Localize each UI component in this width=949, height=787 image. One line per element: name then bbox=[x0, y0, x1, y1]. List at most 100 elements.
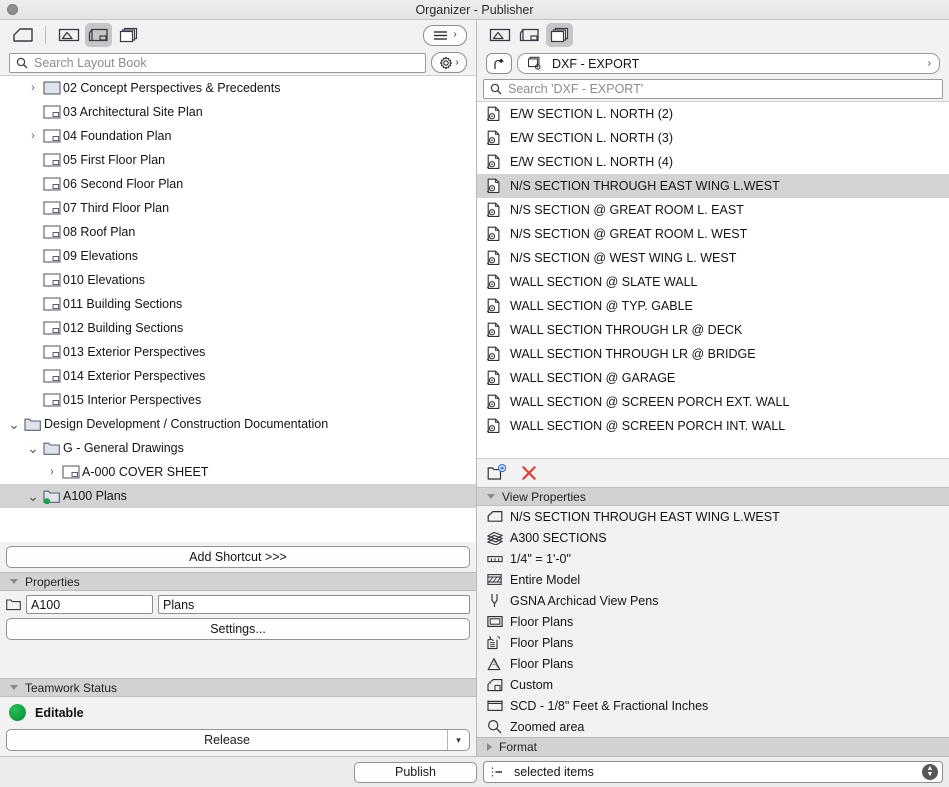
layout-name-field[interactable] bbox=[158, 595, 470, 614]
publisher-item-row[interactable]: WALL SECTION @ GARAGE bbox=[477, 366, 949, 390]
tree-row[interactable]: 07 Third Floor Plan bbox=[0, 196, 476, 220]
layout-settings-button[interactable]: › bbox=[431, 52, 467, 73]
view-property-row[interactable]: 1/4" = 1'-0" bbox=[477, 548, 949, 569]
publisher-set-selector[interactable]: DXF - EXPORT › bbox=[517, 53, 940, 74]
chevron-right-icon[interactable]: › bbox=[928, 58, 931, 69]
search-layout-book-input[interactable]: Search Layout Book bbox=[9, 52, 426, 73]
stepper-updown-icon[interactable]: ▲ ▼ bbox=[922, 764, 938, 780]
left-menu-button[interactable]: › bbox=[423, 24, 467, 46]
tree-row[interactable]: 011 Building Sections bbox=[0, 292, 476, 316]
publisher-item-row[interactable]: N/S SECTION @ GREAT ROOM L. WEST bbox=[477, 222, 949, 246]
tree-row[interactable]: 03 Architectural Site Plan bbox=[0, 100, 476, 124]
properties-section-header[interactable]: Properties bbox=[0, 572, 476, 591]
view-property-label: N/S SECTION THROUGH EAST WING L.WEST bbox=[510, 509, 780, 524]
tree-row[interactable]: › A-000 COVER SHEET bbox=[0, 460, 476, 484]
tree-row[interactable]: ⌄ A100 Plans bbox=[0, 484, 476, 508]
view-property-row[interactable]: GSNA Archicad View Pens bbox=[477, 590, 949, 611]
search-publisher-set-input[interactable]: Search 'DXF - EXPORT' bbox=[483, 79, 943, 99]
publisher-item-icon bbox=[486, 106, 503, 122]
publisher-item-row[interactable]: WALL SECTION @ SCREEN PORCH EXT. WALL bbox=[477, 390, 949, 414]
zoom-icon bbox=[486, 719, 503, 734]
tree-row-label: 09 Elevations bbox=[63, 249, 139, 263]
publisher-action-bar bbox=[477, 458, 949, 487]
tree-row-label: 03 Architectural Site Plan bbox=[63, 105, 203, 119]
tree-row-label: A-000 COVER SHEET bbox=[82, 465, 209, 479]
chevron-right-icon[interactable]: › bbox=[25, 82, 41, 94]
tree-row[interactable]: 010 Elevations bbox=[0, 268, 476, 292]
tree-row[interactable]: › 02 Concept Perspectives & Precedents bbox=[0, 76, 476, 100]
publisher-item-row[interactable]: E/W SECTION L. NORTH (4) bbox=[477, 150, 949, 174]
view-properties-section-header[interactable]: View Properties bbox=[477, 487, 949, 506]
chevron-right-icon: › bbox=[453, 29, 457, 40]
view-property-row[interactable]: Custom bbox=[477, 674, 949, 695]
chevron-right-icon[interactable]: › bbox=[44, 466, 60, 478]
teamwork-section-header[interactable]: Teamwork Status bbox=[0, 678, 476, 697]
view-property-row[interactable]: Entire Model bbox=[477, 569, 949, 590]
tree-row-label: Design Development / Construction Docume… bbox=[44, 417, 329, 431]
publish-button[interactable]: Publish bbox=[354, 761, 477, 783]
layout-book-icon[interactable] bbox=[516, 23, 543, 47]
tree-row[interactable]: 013 Exterior Perspectives bbox=[0, 340, 476, 364]
partial-structure-icon bbox=[486, 573, 503, 586]
publisher-sets-icon[interactable] bbox=[546, 23, 573, 47]
tree-row[interactable]: 06 Second Floor Plan bbox=[0, 172, 476, 196]
tree-row[interactable]: 015 Interior Perspectives bbox=[0, 388, 476, 412]
layout-id-field[interactable] bbox=[26, 595, 153, 614]
tree-row[interactable]: 08 Roof Plan bbox=[0, 220, 476, 244]
publisher-item-row[interactable]: E/W SECTION L. NORTH (3) bbox=[477, 126, 949, 150]
view-property-row[interactable]: Floor Plans bbox=[477, 632, 949, 653]
chevron-right-icon[interactable]: › bbox=[25, 130, 41, 142]
publisher-item-row[interactable]: WALL SECTION @ SLATE WALL bbox=[477, 270, 949, 294]
publisher-sets-icon[interactable] bbox=[115, 23, 142, 47]
publisher-item-row[interactable]: WALL SECTION @ SCREEN PORCH INT. WALL bbox=[477, 414, 949, 438]
left-pane: › Search Layout Book › › 02 Concept Persp… bbox=[0, 20, 477, 756]
publisher-item-row[interactable]: WALL SECTION THROUGH LR @ DECK bbox=[477, 318, 949, 342]
window-title: Organizer - Publisher bbox=[415, 2, 534, 17]
layout-book-tree[interactable]: › 02 Concept Perspectives & Precedents 03 … bbox=[0, 75, 476, 542]
search-placeholder: Search 'DXF - EXPORT' bbox=[508, 82, 644, 96]
release-button[interactable]: Release ▾ bbox=[6, 729, 470, 751]
format-section-header[interactable]: Format bbox=[477, 737, 949, 756]
publish-scope-dropdown[interactable]: selected items ▲ ▼ bbox=[483, 761, 943, 783]
view-property-label: Floor Plans bbox=[510, 635, 574, 650]
delete-x-icon[interactable] bbox=[521, 465, 537, 481]
chevron-down-icon[interactable]: ▾ bbox=[447, 730, 469, 750]
publisher-item-row[interactable]: N/S SECTION @ WEST WING L. WEST bbox=[477, 246, 949, 270]
tree-row[interactable]: › 04 Foundation Plan bbox=[0, 124, 476, 148]
publisher-item-icon bbox=[486, 202, 503, 218]
view-property-row[interactable]: Zoomed area bbox=[477, 716, 949, 737]
view-property-row[interactable]: SCD - 1/8" Feet & Fractional Inches bbox=[477, 695, 949, 716]
go-up-button[interactable] bbox=[486, 53, 512, 74]
tree-row[interactable]: ⌄ Design Development / Construction Docum… bbox=[0, 412, 476, 436]
tree-row[interactable]: 014 Exterior Perspectives bbox=[0, 364, 476, 388]
publisher-item-label: N/S SECTION @ GREAT ROOM L. WEST bbox=[510, 227, 748, 241]
chevron-down-icon[interactable]: ⌄ bbox=[25, 489, 41, 503]
view-map-icon[interactable] bbox=[55, 23, 82, 47]
tree-row[interactable]: 09 Elevations bbox=[0, 244, 476, 268]
settings-button[interactable]: Settings... bbox=[6, 618, 470, 640]
add-shortcut-button[interactable]: Add Shortcut >>> bbox=[6, 546, 470, 568]
publisher-item-row[interactable]: WALL SECTION @ TYP. GABLE bbox=[477, 294, 949, 318]
view-property-row[interactable]: Floor Plans bbox=[477, 611, 949, 632]
publisher-set-bar: DXF - EXPORT › bbox=[477, 50, 949, 77]
publisher-item-list[interactable]: E/W SECTION L. NORTH (2) E/W SECTION L. N… bbox=[477, 101, 949, 458]
scale-icon bbox=[486, 554, 503, 564]
tree-row[interactable]: ⌄ G - General Drawings bbox=[0, 436, 476, 460]
view-property-row[interactable]: N/S SECTION THROUGH EAST WING L.WEST bbox=[477, 506, 949, 527]
view-property-row[interactable]: Floor Plans bbox=[477, 653, 949, 674]
selected-items-icon bbox=[491, 767, 502, 776]
home-project-icon[interactable] bbox=[9, 23, 36, 47]
new-folder-icon[interactable] bbox=[487, 464, 507, 482]
publisher-item-row[interactable]: N/S SECTION THROUGH EAST WING L.WEST bbox=[477, 174, 949, 198]
view-map-icon[interactable] bbox=[486, 23, 513, 47]
layout-icon bbox=[41, 105, 63, 119]
layout-book-icon[interactable] bbox=[85, 23, 112, 47]
tree-row[interactable]: 012 Building Sections bbox=[0, 316, 476, 340]
view-property-row[interactable]: A300 SECTIONS bbox=[477, 527, 949, 548]
chevron-down-icon[interactable]: ⌄ bbox=[25, 441, 41, 455]
publisher-item-row[interactable]: WALL SECTION THROUGH LR @ BRIDGE bbox=[477, 342, 949, 366]
publisher-item-row[interactable]: N/S SECTION @ GREAT ROOM L. EAST bbox=[477, 198, 949, 222]
tree-row[interactable]: 05 First Floor Plan bbox=[0, 148, 476, 172]
chevron-down-icon[interactable]: ⌄ bbox=[6, 417, 22, 431]
publisher-item-row[interactable]: E/W SECTION L. NORTH (2) bbox=[477, 102, 949, 126]
